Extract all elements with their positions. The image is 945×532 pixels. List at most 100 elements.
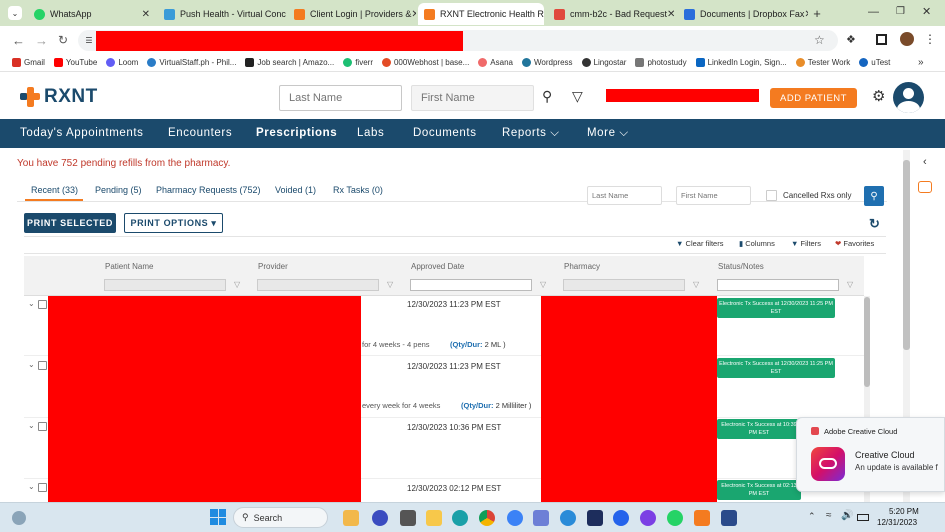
- filter-icon[interactable]: ▽: [693, 280, 699, 289]
- nav-todays-appointments[interactable]: Today's Appointments: [20, 119, 144, 148]
- page-scrollbar-thumb[interactable]: [903, 160, 910, 350]
- taskbar-app-icon[interactable]: [694, 510, 710, 526]
- clear-filters-button[interactable]: ▼ Clear filters: [676, 239, 723, 248]
- taskbar-edge-icon[interactable]: [452, 510, 468, 526]
- taskbar-app-icon[interactable]: [613, 510, 629, 526]
- clock-time[interactable]: 5:20 PM: [889, 507, 919, 516]
- date-filter-input[interactable]: [410, 279, 532, 291]
- refresh-icon[interactable]: ↻: [869, 216, 880, 232]
- nav-reports[interactable]: Reports ⌵: [502, 119, 560, 148]
- expand-chevron-icon[interactable]: ⌄: [28, 482, 35, 491]
- site-info-icon[interactable]: ☰: [83, 34, 95, 46]
- print-options-button[interactable]: PRINT OPTIONS ▾: [124, 213, 223, 233]
- wifi-icon[interactable]: ≈: [826, 510, 832, 521]
- filter-icon[interactable]: ▽: [540, 280, 546, 289]
- filter-last-name-input[interactable]: [587, 186, 662, 205]
- close-icon[interactable]: ✕: [667, 9, 675, 20]
- row-checkbox[interactable]: [38, 300, 47, 309]
- taskbar-app-icon[interactable]: [533, 510, 549, 526]
- taskbar-app-icon[interactable]: [721, 510, 737, 526]
- window-close-icon[interactable]: ✕: [922, 5, 931, 18]
- row-checkbox[interactable]: [38, 483, 47, 492]
- tray-chevron-icon[interactable]: ⌃: [808, 511, 816, 522]
- cancelled-rxs-checkbox[interactable]: [766, 190, 777, 201]
- bookmark-item[interactable]: VirtualStaff.ph - Phil...: [147, 58, 236, 67]
- profile-avatar[interactable]: [900, 32, 914, 46]
- taskbar-app-icon[interactable]: [400, 510, 416, 526]
- add-patient-button[interactable]: ADD PATIENT: [770, 88, 857, 108]
- nav-documents[interactable]: Documents: [413, 119, 477, 148]
- nav-more[interactable]: More ⌵: [587, 119, 629, 148]
- col-approved-date[interactable]: Approved Date: [411, 262, 464, 271]
- windows-start-icon[interactable]: [210, 509, 226, 525]
- row-checkbox[interactable]: [38, 422, 47, 431]
- browser-tab[interactable]: Client Login | Providers & ✕: [288, 3, 416, 25]
- taskbar-chrome-icon[interactable]: [479, 510, 495, 526]
- minimize-icon[interactable]: —: [868, 6, 879, 18]
- menu-dots-icon[interactable]: ⋮: [924, 32, 936, 46]
- bookmark-item[interactable]: uTest: [859, 58, 890, 67]
- expand-chevron-icon[interactable]: ⌄: [28, 299, 35, 308]
- tab-rx-tasks[interactable]: Rx Tasks (0): [333, 185, 383, 195]
- volume-icon[interactable]: 🔊: [841, 510, 853, 521]
- bookmark-star-icon[interactable]: ☆: [814, 33, 825, 47]
- tab-pharmacy-requests[interactable]: Pharmacy Requests (752): [156, 185, 261, 195]
- sidebar-icon[interactable]: [876, 34, 887, 45]
- user-avatar[interactable]: [893, 82, 924, 113]
- bookmark-item[interactable]: Tester Work: [795, 58, 850, 67]
- patient-first-name-input[interactable]: [411, 85, 534, 111]
- filter-icon[interactable]: ▽: [234, 280, 240, 289]
- bookmark-item[interactable]: Job search | Amazo...: [245, 58, 334, 67]
- filters-button[interactable]: ▼ Filters: [791, 239, 821, 248]
- taskbar-app-icon[interactable]: [372, 510, 388, 526]
- filter-icon[interactable]: ▽: [572, 88, 583, 105]
- battery-icon[interactable]: [857, 514, 869, 521]
- tab-search-icon[interactable]: ⌄: [8, 6, 22, 20]
- bookmark-item[interactable]: YouTube: [53, 58, 97, 67]
- bookmark-item[interactable]: Loom: [106, 58, 138, 67]
- restore-icon[interactable]: ❐: [896, 6, 905, 17]
- col-pharmacy[interactable]: Pharmacy: [564, 262, 600, 271]
- filter-search-button[interactable]: ⚲: [864, 186, 884, 206]
- filter-icon[interactable]: ▽: [387, 280, 393, 289]
- favorites-button[interactable]: ❤ Favorites: [835, 239, 874, 248]
- more-bookmarks-icon[interactable]: »: [918, 57, 924, 68]
- provider-filter-input[interactable]: [257, 279, 379, 291]
- settings-gear-icon[interactable]: ⚙: [872, 87, 885, 105]
- col-status-notes[interactable]: Status/Notes: [718, 262, 764, 271]
- filter-first-name-input[interactable]: [676, 186, 751, 205]
- url-field[interactable]: ☰ ☆: [78, 30, 838, 51]
- browser-tab[interactable]: cmm-b2c - Bad Request ✕: [548, 3, 676, 25]
- forward-icon[interactable]: →: [35, 33, 48, 48]
- close-icon[interactable]: ✕: [411, 9, 416, 20]
- taskbar-app-icon[interactable]: [560, 510, 576, 526]
- grid-scrollbar-thumb[interactable]: [864, 297, 870, 387]
- print-selected-button[interactable]: PRINT SELECTED: [24, 213, 116, 233]
- bookmark-item[interactable]: Asana: [478, 58, 513, 67]
- browser-tab-active[interactable]: RXNT Electronic Health Re✕: [418, 3, 544, 25]
- taskbar-app-icon[interactable]: [640, 510, 656, 526]
- bookmark-item[interactable]: Wordpress: [521, 58, 573, 67]
- taskbar-whatsapp-icon[interactable]: [667, 510, 683, 526]
- expand-chevron-icon[interactable]: ⌄: [28, 421, 35, 430]
- expand-chevron-icon[interactable]: ⌄: [28, 360, 35, 369]
- extensions-icon[interactable]: ❖: [846, 33, 856, 46]
- weather-widget-icon[interactable]: [12, 511, 26, 525]
- bookmark-item[interactable]: fiverr: [343, 58, 373, 67]
- bookmark-item[interactable]: photostudy: [635, 58, 687, 67]
- collapse-panel-icon[interactable]: ‹: [923, 156, 927, 168]
- close-icon[interactable]: ✕: [804, 9, 808, 20]
- col-provider[interactable]: Provider: [258, 262, 288, 271]
- taskbar-folder-icon[interactable]: [426, 510, 442, 526]
- bookmark-item[interactable]: Lingostar: [581, 58, 626, 67]
- taskbar-search-box[interactable]: ⚲ Search: [233, 507, 328, 528]
- tab-recent[interactable]: Recent (33): [31, 185, 78, 195]
- taskbar-app-icon[interactable]: [587, 510, 603, 526]
- taskbar-app-icon[interactable]: [343, 510, 359, 526]
- chat-bubble-icon[interactable]: [918, 181, 932, 193]
- columns-button[interactable]: ▮ Columns: [739, 239, 775, 248]
- clock-date[interactable]: 12/31/2023: [877, 518, 917, 527]
- creative-cloud-notification[interactable]: Adobe Creative Cloud Creative Cloud An u…: [796, 417, 945, 492]
- browser-tab[interactable]: WhatsApp ✕: [28, 3, 156, 25]
- pharmacy-filter-input[interactable]: [563, 279, 685, 291]
